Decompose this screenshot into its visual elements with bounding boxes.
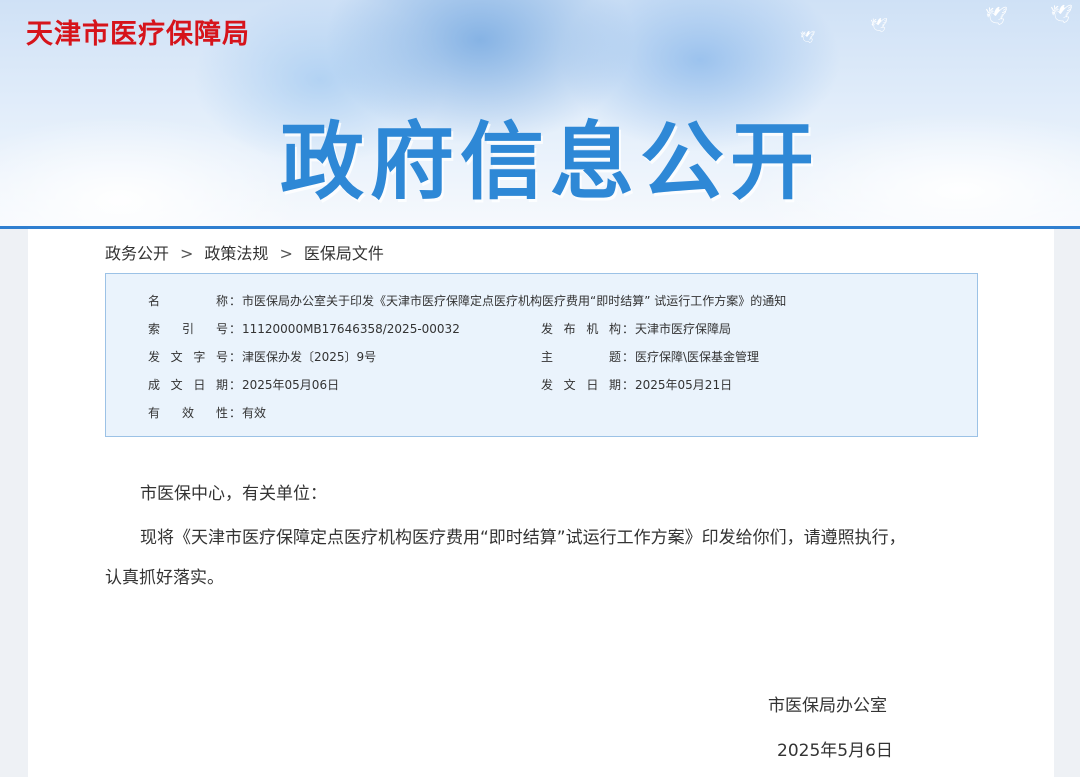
meta-colon: ： [228,378,241,392]
meta-index-label: 索引号 [148,322,228,336]
meta-doc-number: 发文字号：津医保办发〔2025〕9号 [148,348,376,365]
site-title[interactable]: 天津市医疗保障局 [26,12,250,51]
meta-publisher-label: 发布机构 [541,322,621,336]
meta-colon: ： [228,350,241,364]
meta-written-date: 成文日期：2025年05月06日 [148,376,339,393]
meta-written-date-value: 2025年05月06日 [242,378,340,392]
meta-issued-date-label: 发文日期 [541,378,621,392]
meta-topic: 主题：医疗保障\医保基金管理 [541,348,759,365]
breadcrumb-item-bureau-docs[interactable]: 医保局文件 [304,240,384,264]
signature-organization: 市医保局办公室 [768,696,887,716]
breadcrumb-item-policy[interactable]: 政策法规 [204,240,268,264]
meta-index: 索引号：11120000MB17646358/2025-00032 [148,320,460,337]
meta-issued-date-value: 2025年05月21日 [635,378,733,392]
meta-doc-number-label: 发文字号 [148,350,228,364]
breadcrumb-separator: > [279,244,293,263]
meta-colon: ： [228,294,241,308]
meta-publisher: 发布机构：天津市医疗保障局 [541,320,731,337]
meta-name-value: 市医保局办公室关于印发《天津市医疗保障定点医疗机构医疗费用“即时结算” 试运行工… [242,294,787,308]
meta-doc-number-value: 津医保办发〔2025〕9号 [242,350,377,364]
document-metadata-box: 名称：市医保局办公室关于印发《天津市医疗保障定点医疗机构医疗费用“即时结算” 试… [105,273,978,437]
breadcrumb: 政务公开 > 政策法规 > 医保局文件 [105,240,384,264]
meta-validity: 有效性：有效 [148,404,266,421]
article-salutation: 市医保中心，有关单位： [140,484,327,504]
meta-written-date-label: 成文日期 [148,378,228,392]
meta-colon: ： [621,322,634,336]
meta-name-label: 名称 [148,294,228,308]
dove-icon: 🕊 [800,30,816,44]
meta-topic-label: 主题 [541,350,621,364]
meta-colon: ： [228,406,241,420]
meta-colon: ： [228,322,241,336]
breadcrumb-separator: > [180,244,194,263]
meta-validity-value: 有效 [242,406,267,420]
meta-colon: ： [621,378,634,392]
article-paragraph-continuation: 认真抓好落实。 [105,568,224,588]
header-banner: 天津市医疗保障局 政府信息公开 🕊 🕊 🕊 🕊 [0,0,1080,226]
meta-colon: ： [621,350,634,364]
meta-validity-label: 有效性 [148,406,228,420]
article-paragraph: 现将《天津市医疗保障定点医疗机构医疗费用“即时结算”试运行工作方案》印发给你们，… [140,528,906,548]
dove-icon: 🕊 [985,6,1008,27]
breadcrumb-item-gov-affairs[interactable]: 政务公开 [105,240,169,264]
main-content: 政务公开 > 政策法规 > 医保局文件 名称：市医保局办公室关于印发《天津市医疗保障定点… [28,229,1054,777]
meta-topic-value: 医疗保障\医保基金管理 [635,350,760,364]
dove-icon: 🕊 [870,18,888,34]
banner-title: 政府信息公开 [279,113,820,211]
meta-publisher-value: 天津市医疗保障局 [635,322,732,336]
dove-icon: 🕊 [1050,4,1073,25]
signature-date: 2025年5月6日 [777,741,893,761]
meta-name: 名称：市医保局办公室关于印发《天津市医疗保障定点医疗机构医疗费用“即时结算” 试… [148,292,786,309]
meta-issued-date: 发文日期：2025年05月21日 [541,376,732,393]
meta-index-value: 11120000MB17646358/2025-00032 [242,322,460,336]
